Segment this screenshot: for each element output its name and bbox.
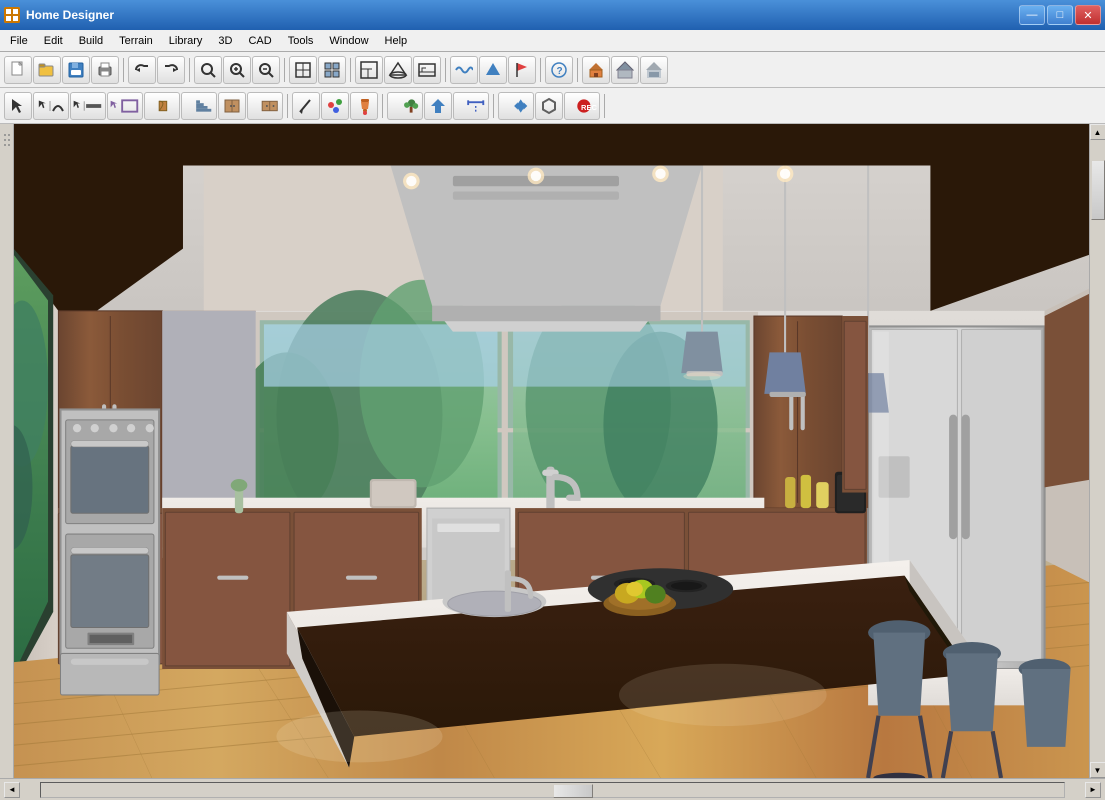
menu-cad[interactable]: CAD	[240, 33, 279, 49]
menu-file[interactable]: File	[2, 33, 36, 49]
toolbar2-sep1	[287, 94, 288, 118]
svg-text:REC: REC	[581, 102, 597, 111]
redo-button[interactable]	[157, 56, 185, 84]
horizontal-scroll-thumb[interactable]	[553, 784, 593, 798]
left-handle	[0, 124, 14, 778]
wave-button[interactable]	[450, 56, 478, 84]
view3d-button[interactable]	[384, 56, 412, 84]
title-bar-controls: — □ ✕	[1019, 5, 1101, 25]
room-tool-button[interactable]	[107, 92, 143, 120]
help-button[interactable]: ?	[545, 56, 573, 84]
handle-dot	[8, 139, 10, 141]
roof-button[interactable]	[611, 56, 639, 84]
toolbar2: REC	[0, 88, 1105, 124]
app-icon	[4, 7, 20, 23]
handle-dot	[8, 144, 10, 146]
toolbar-sep2	[189, 58, 190, 82]
wall-tool-button[interactable]	[70, 92, 106, 120]
toolbar-sep4	[350, 58, 351, 82]
maximize-button[interactable]: □	[1047, 5, 1073, 25]
close-button[interactable]: ✕	[1075, 5, 1101, 25]
zoom-in-button[interactable]	[223, 56, 251, 84]
menu-window[interactable]: Window	[321, 33, 376, 49]
toolbar2-sep4	[604, 94, 605, 118]
toolbar-sep6	[540, 58, 541, 82]
handle-dot	[8, 134, 10, 136]
print-button[interactable]	[91, 56, 119, 84]
menu-help[interactable]: Help	[377, 33, 416, 49]
menu-terrain[interactable]: Terrain	[111, 33, 161, 49]
zoom-out-button[interactable]	[252, 56, 280, 84]
toolbar-sep3	[284, 58, 285, 82]
paint-tool-button[interactable]	[350, 92, 378, 120]
open-button[interactable]	[33, 56, 61, 84]
material-tool-button[interactable]	[321, 92, 349, 120]
toolbar2-sep3	[493, 94, 494, 118]
minimize-button[interactable]: —	[1019, 5, 1045, 25]
status-bar: ◄ ►	[0, 778, 1105, 800]
select-tool-button[interactable]	[4, 92, 32, 120]
toolbar2-sep2	[382, 94, 383, 118]
main-area: ▲ ▼	[0, 124, 1105, 778]
menu-3d[interactable]: 3D	[210, 33, 240, 49]
horizontal-scroll-track[interactable]	[40, 782, 1065, 798]
move-tool-button[interactable]	[498, 92, 534, 120]
menu-tools[interactable]: Tools	[280, 33, 322, 49]
scroll-down-arrow[interactable]: ▼	[1090, 762, 1105, 778]
menu-bar: File Edit Build Terrain Library 3D CAD T…	[0, 30, 1105, 52]
left-handle-inner	[3, 134, 11, 146]
stair-tool-button[interactable]	[181, 92, 217, 120]
tile-button[interactable]	[318, 56, 346, 84]
handle-dot	[4, 134, 6, 136]
svg-text:?: ?	[557, 66, 563, 77]
draw-tool-button[interactable]	[292, 92, 320, 120]
kitchen-render	[14, 124, 1089, 778]
title-bar: Home Designer — □ ✕	[0, 0, 1105, 30]
plant-tool-button[interactable]	[387, 92, 423, 120]
handle-dots	[4, 134, 10, 136]
elevation-button[interactable]	[413, 56, 441, 84]
arc-tool-button[interactable]	[33, 92, 69, 120]
house-button[interactable]	[582, 56, 610, 84]
scroll-track[interactable]	[1090, 140, 1105, 762]
canvas-area[interactable]	[14, 124, 1089, 778]
cabinet-tool-button[interactable]	[218, 92, 246, 120]
arrow-up-button[interactable]	[479, 56, 507, 84]
title-bar-left: Home Designer	[4, 7, 114, 23]
toolbar-sep	[123, 58, 124, 82]
undo-button[interactable]	[128, 56, 156, 84]
handle-dot	[4, 139, 6, 141]
door-tool-button[interactable]	[144, 92, 180, 120]
toolbar-sep7	[577, 58, 578, 82]
handle-dot	[4, 144, 6, 146]
record-button[interactable]: REC	[564, 92, 600, 120]
scroll-thumb[interactable]	[1091, 160, 1105, 220]
arrow-tool-button[interactable]	[424, 92, 452, 120]
cabinet2-tool-button[interactable]	[247, 92, 283, 120]
garage-button[interactable]	[640, 56, 668, 84]
menu-build[interactable]: Build	[71, 33, 111, 49]
handle-dots3	[4, 144, 10, 146]
zoom-button[interactable]	[194, 56, 222, 84]
fit-screen-button[interactable]	[289, 56, 317, 84]
floor-plan-button[interactable]	[355, 56, 383, 84]
handle-dots2	[4, 139, 10, 141]
new-button[interactable]	[4, 56, 32, 84]
kitchen-scene-svg	[14, 124, 1089, 778]
menu-edit[interactable]: Edit	[36, 33, 71, 49]
hex-tool-button[interactable]	[535, 92, 563, 120]
scroll-up-arrow[interactable]: ▲	[1090, 124, 1105, 140]
dimension-tool-button[interactable]	[453, 92, 489, 120]
toolbar1: ?	[0, 52, 1105, 88]
flag-button[interactable]	[508, 56, 536, 84]
menu-library[interactable]: Library	[161, 33, 211, 49]
right-scrollbar[interactable]: ▲ ▼	[1089, 124, 1105, 778]
save-button[interactable]	[62, 56, 90, 84]
app-title: Home Designer	[26, 8, 114, 22]
scroll-left-arrow[interactable]: ◄	[4, 782, 20, 798]
toolbar-sep5	[445, 58, 446, 82]
scroll-right-arrow[interactable]: ►	[1085, 782, 1101, 798]
